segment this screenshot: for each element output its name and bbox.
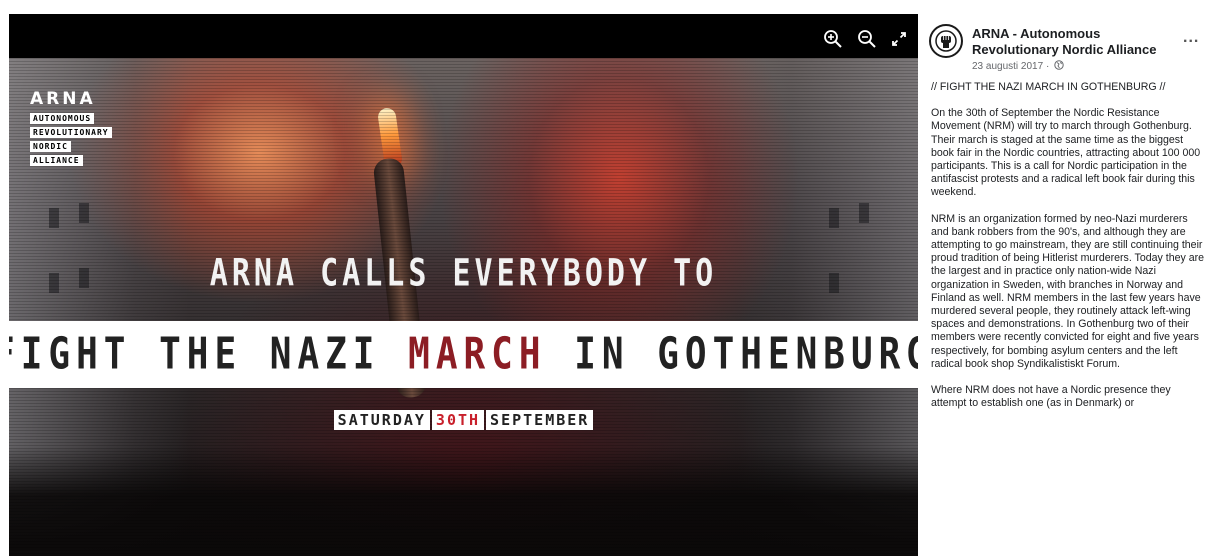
arna-logo: ARNA AUTONOMOUS REVOLUTIONARY NORDIC ALL…	[30, 89, 112, 169]
expand-icon	[892, 32, 906, 46]
post-timestamp[interactable]: 23 augusti 2017 ·	[972, 60, 1064, 72]
post-paragraph: NRM is an organization formed by neo-Naz…	[931, 212, 1205, 370]
banner-text: FIGHT THE NAZI MARCH IN GOTHENBURG	[9, 330, 918, 379]
banner-text-part: IN GOTHENBURG	[546, 329, 918, 380]
post-sidebar: ARNA - Autonomous Revolutionary Nordic A…	[929, 20, 1205, 556]
post-body: // FIGHT THE NAZI MARCH IN GOTHENBURG //…	[931, 81, 1205, 423]
logo-word: REVOLUTIONARY	[30, 127, 112, 138]
more-options-button[interactable]: ...	[1183, 30, 1199, 46]
poster-headline: ARNA CALLS EVERYBODY TO	[209, 251, 718, 296]
zoom-in-button[interactable]	[822, 28, 844, 50]
zoom-out-icon	[858, 30, 876, 48]
page-avatar[interactable]	[929, 24, 963, 58]
zoom-in-icon	[824, 30, 842, 48]
banner-text-accent: MARCH	[408, 329, 547, 380]
banner-text-part: FIGHT THE NAZI	[9, 329, 409, 380]
zoom-out-button[interactable]	[856, 28, 878, 50]
globe-icon	[1054, 60, 1064, 70]
fullscreen-button[interactable]	[888, 28, 910, 50]
photo-viewer: ARNA AUTONOMOUS REVOLUTIONARY NORDIC ALL…	[9, 14, 918, 556]
page-name-link[interactable]: ARNA - Autonomous Revolutionary Nordic A…	[972, 26, 1172, 58]
post-paragraph: Where NRM does not have a Nordic presenc…	[931, 384, 1171, 410]
post-date-text: 23 augusti 2017 ·	[972, 61, 1050, 72]
logo-word: AUTONOMOUS	[30, 113, 95, 124]
raised-fist-icon	[935, 30, 957, 52]
date-weekday: SATURDAY	[333, 410, 430, 430]
date-day: 30TH	[431, 410, 485, 430]
poster-banner: FIGHT THE NAZI MARCH IN GOTHENBURG	[9, 321, 918, 388]
poster-date: SATURDAY 30TH SEPTEMBER	[9, 410, 918, 430]
logo-word: NORDIC	[30, 141, 71, 152]
post-paragraph: // FIGHT THE NAZI MARCH IN GOTHENBURG //	[931, 81, 1166, 93]
post-paragraph: On the 30th of September the Nordic Resi…	[931, 107, 1201, 199]
logo-title: ARNA	[30, 89, 96, 109]
date-month: SEPTEMBER	[486, 410, 594, 430]
scanline-overlay	[9, 58, 918, 556]
poster-image	[9, 58, 918, 556]
logo-word: ALLIANCE	[30, 155, 83, 166]
